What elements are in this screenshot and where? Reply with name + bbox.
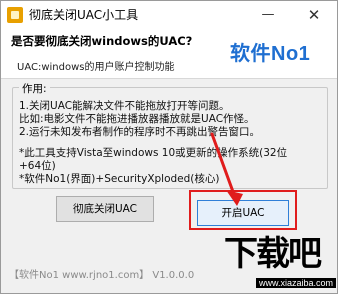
watermark-logo: 下载吧 [224, 234, 322, 274]
watermark: 下载吧 www.xiazaiba.com [220, 232, 338, 294]
window-title: 彻底关闭UAC小工具 [29, 8, 139, 22]
description-line: 1.关闭UAC能解决文件不能拖放打开等问题。 [19, 100, 230, 112]
header-panel: 是否要彻底关闭windows的UAC? UAC:windows的用户账户控制功能… [1, 29, 337, 79]
description-line: *此工具支持Vista至windows 10或更新的操作系统(32位 [19, 147, 288, 159]
description-line: *软件No1(界面)+SecurityXploded(核心) [19, 173, 220, 185]
close-button[interactable]: ✕ [291, 1, 337, 29]
description-line: +64位) [19, 160, 56, 172]
description-line: 2.运行未知发布者制作的程序时不再跳出警告窗口。 [19, 126, 261, 138]
watermark-url: www.xiazaiba.com [256, 278, 337, 288]
highlight-box [189, 190, 297, 230]
footer-text: 【软件No1 www.rjno1.com】 V1.0.0.0 [9, 270, 195, 281]
brand-logo: 软件No1 [230, 43, 311, 65]
description-line: 比如:电影文件不能拖进播放器播放就是UAC作怪。 [19, 113, 255, 125]
app-icon [7, 7, 23, 23]
title-bar: 彻底关闭UAC小工具 — ✕ [1, 1, 337, 29]
header-title: 是否要彻底关闭windows的UAC? [11, 34, 193, 48]
header-subtitle: UAC:windows的用户账户控制功能 [17, 62, 175, 73]
close-uac-button[interactable]: 彻底关闭UAC [56, 196, 154, 222]
minimize-button[interactable]: — [245, 1, 291, 29]
groupbox-legend: 作用: [19, 81, 50, 96]
